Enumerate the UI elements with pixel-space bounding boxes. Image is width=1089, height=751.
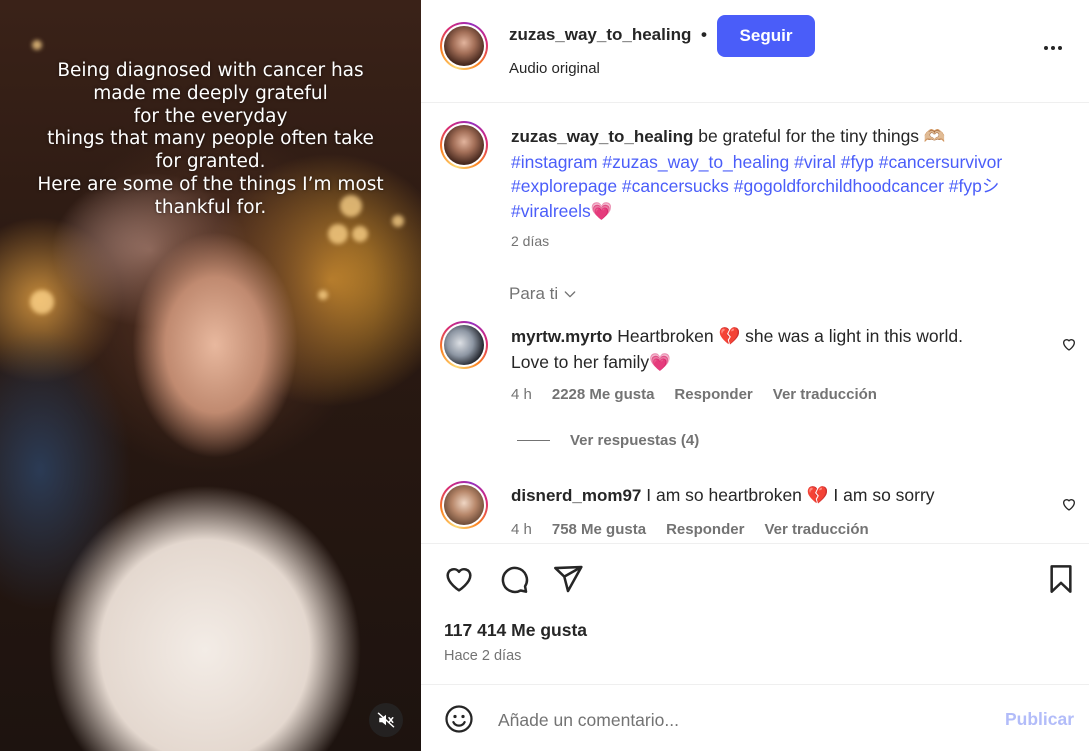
replies-line (517, 440, 550, 441)
more-dots-icon (1044, 46, 1048, 50)
view-replies-button[interactable]: Ver respuestas (4) (517, 432, 699, 449)
translate-button[interactable]: Ver traducción (764, 521, 868, 538)
more-dot (1051, 46, 1055, 50)
video-text-overlay: Being diagnosed with cancer has made me … (0, 60, 421, 220)
more-options-button[interactable] (1044, 46, 1062, 50)
hashtags-line[interactable]: #viralreels (511, 201, 591, 221)
comment-text: Heartbroken 💔 she was a light in this wo… (617, 326, 963, 346)
caption-timestamp: 2 días (511, 233, 550, 249)
comment-body: myrtw.myrto Heartbroken 💔 she was a ligh… (511, 324, 1031, 374)
divider (421, 102, 1089, 103)
share-icon[interactable] (552, 563, 584, 595)
commenter-username[interactable]: disnerd_mom97 (511, 486, 641, 505)
divider (421, 543, 1089, 544)
more-dot (1058, 46, 1062, 50)
comment-time: 4 h (511, 521, 532, 538)
speaker-muted-icon (377, 712, 395, 728)
comment-meta: 4 h 758 Me gusta Responder Ver traducció… (511, 521, 869, 538)
reply-button[interactable]: Responder (674, 386, 752, 403)
commenter-avatar[interactable] (440, 481, 488, 529)
emoji-icon[interactable] (444, 704, 474, 734)
comment-meta: 4 h 2228 Me gusta Responder Ver traducci… (511, 386, 877, 403)
bokeh-light (328, 224, 348, 244)
post-caption: zuzas_way_to_healing be grateful for the… (511, 124, 1071, 223)
comment-text: I am so heartbroken 💔 I am so sorry (646, 485, 935, 505)
bokeh-light (32, 40, 42, 50)
author-username[interactable]: zuzas_way_to_healing (509, 25, 691, 45)
avatar-image (444, 26, 484, 66)
author-avatar[interactable] (440, 22, 488, 70)
commenter-avatar[interactable] (440, 321, 488, 369)
comment-heart-icon[interactable] (1061, 336, 1077, 352)
comment-text-line2: Love to her family💗 (511, 351, 671, 372)
mute-button[interactable] (369, 703, 403, 737)
overlay-line: for granted. (155, 151, 266, 173)
hashtags-line[interactable]: #instagram #zuzas_way_to_healing #viral … (511, 150, 1071, 175)
bookmark-icon[interactable] (1045, 563, 1077, 595)
bokeh-light (352, 226, 368, 242)
add-comment-input[interactable] (498, 704, 978, 736)
avatar-image (444, 485, 484, 525)
audio-link[interactable]: Audio original (509, 60, 600, 77)
comment-body: disnerd_mom97 I am so heartbroken 💔 I am… (511, 483, 1031, 509)
sort-label: Para ti (509, 284, 559, 303)
post-date: Hace 2 días (444, 648, 522, 664)
comment-heart-icon[interactable] (1061, 496, 1077, 512)
caption-author-avatar[interactable] (440, 121, 488, 169)
avatar-image (444, 125, 484, 165)
overlay-line: Being diagnosed with cancer has (57, 60, 364, 81)
view-replies-label: Ver respuestas (4) (570, 432, 700, 449)
pink-heart-emoji: 💗 (590, 200, 613, 221)
heart-icon[interactable] (443, 563, 475, 595)
hashtags-line[interactable]: #explorepage #cancersucks #gogoldforchil… (511, 174, 1071, 199)
caption-username[interactable]: zuzas_way_to_healing (511, 127, 693, 146)
overlay-line: Here are some of the things I’m most (37, 173, 384, 195)
translate-button[interactable]: Ver traducción (773, 386, 877, 403)
divider (421, 684, 1089, 685)
post-sidebar: zuzas_way_to_healing • Seguir Audio orig… (421, 0, 1089, 751)
bokeh-light (318, 290, 328, 300)
overlay-line: made me deeply grateful (93, 82, 328, 104)
reel-video[interactable]: Being diagnosed with cancer has made me … (0, 0, 421, 751)
follow-button[interactable]: Seguir (717, 15, 815, 57)
like-count[interactable]: 117 414 Me gusta (444, 620, 587, 641)
overlay-line: thankful for. (154, 196, 267, 218)
bokeh-light (30, 290, 54, 314)
avatar-image (444, 325, 484, 365)
comment-icon[interactable] (498, 563, 530, 595)
sort-comments-toggle[interactable]: Para ti (509, 284, 578, 304)
comment-time: 4 h (511, 386, 532, 403)
reply-button[interactable]: Responder (666, 521, 744, 538)
comment-likes[interactable]: 758 Me gusta (552, 521, 646, 538)
overlay-line: things that many people often take (47, 128, 374, 150)
separator-dot: • (701, 25, 707, 44)
chevron-down-icon (564, 291, 576, 298)
overlay-line: for the everyday (133, 105, 288, 127)
commenter-username[interactable]: myrtw.myrto (511, 327, 612, 346)
publish-button[interactable]: Publicar (1005, 709, 1074, 730)
caption-text: be grateful for the tiny things 🫶🏼 (698, 126, 946, 146)
comment-likes[interactable]: 2228 Me gusta (552, 386, 655, 403)
